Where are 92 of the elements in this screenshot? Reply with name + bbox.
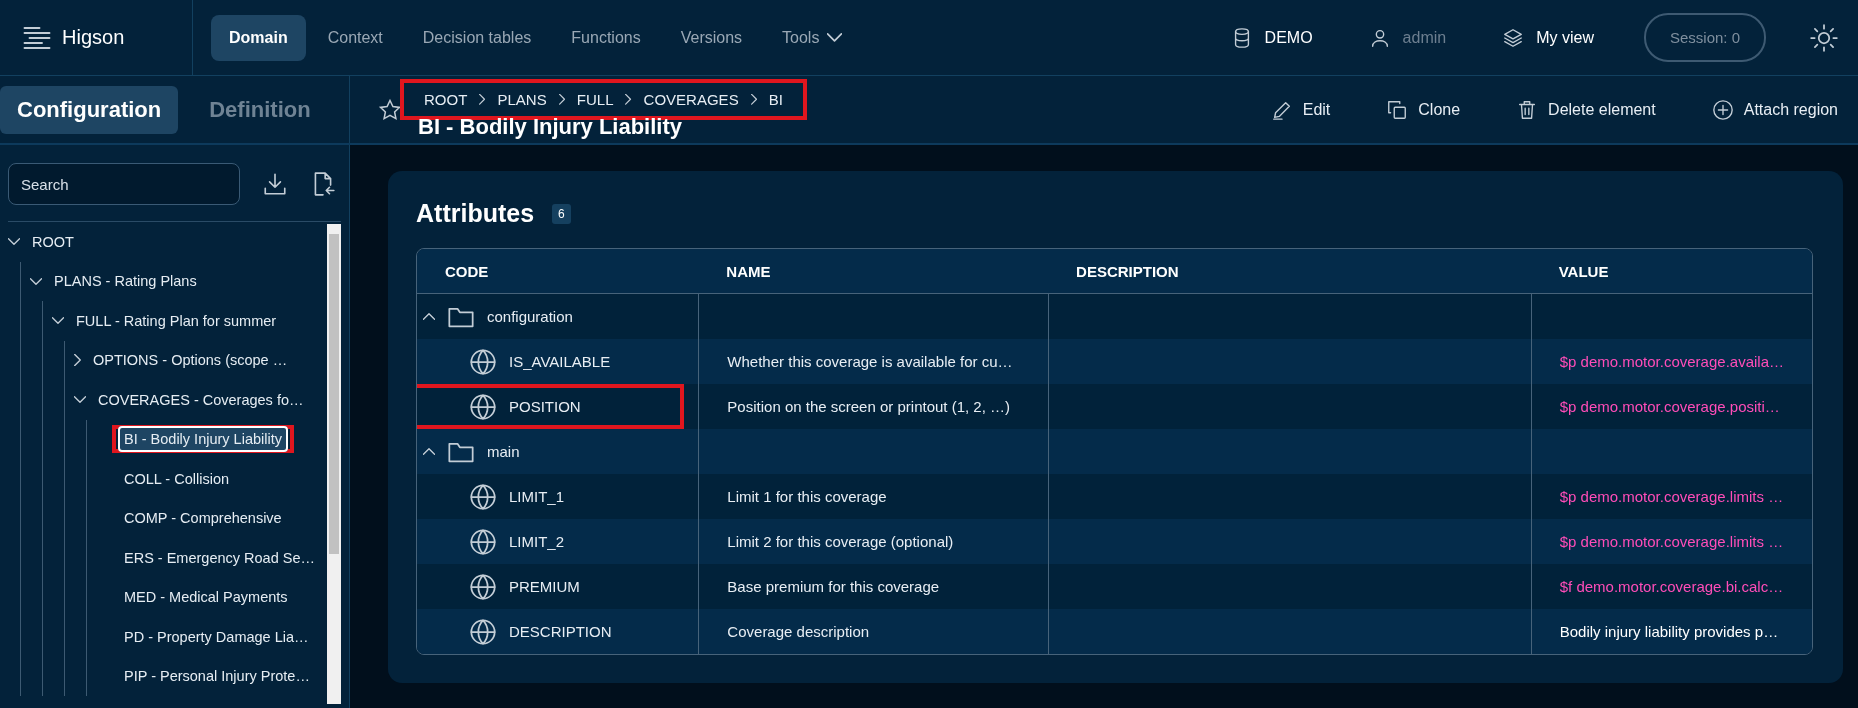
attribute-code: DESCRIPTION xyxy=(509,623,612,640)
toolbar-action[interactable]: Delete element xyxy=(1510,97,1662,122)
collapse-toggle[interactable] xyxy=(423,313,435,320)
attribute-name: Position on the screen or printout (1, 2, …) xyxy=(727,398,1010,415)
attribute-value: $p demo.motor.coverage.availa… xyxy=(1559,353,1784,370)
chevron-up-icon xyxy=(423,313,435,320)
tree-item[interactable]: OPTIONS - Options (scope … xyxy=(87,347,294,374)
toolbar-action[interactable]: Edit xyxy=(1264,97,1337,122)
group-name: configuration xyxy=(487,308,573,325)
scrollbar[interactable] xyxy=(327,224,341,704)
attribute-value: $p demo.motor.coverage.limits … xyxy=(1559,488,1784,505)
chevron-right-icon xyxy=(74,354,81,367)
attribute-value: $p demo.motor.coverage.limits … xyxy=(1559,533,1784,550)
expand-toggle[interactable] xyxy=(8,238,20,246)
sun-icon xyxy=(1810,23,1838,52)
header-menu-item[interactable]: My view xyxy=(1496,25,1600,50)
attribute-name: Coverage description xyxy=(727,623,870,640)
nav-tab[interactable]: Context xyxy=(309,14,401,61)
expand-toggle[interactable] xyxy=(30,277,42,285)
globe-icon xyxy=(469,572,497,601)
group-name: main xyxy=(487,443,520,460)
panel-tab[interactable]: Configuration xyxy=(0,85,179,134)
nav-tab[interactable]: Domain xyxy=(211,14,306,61)
tree-item[interactable]: COMP - Comprehensive xyxy=(118,505,288,532)
column-header[interactable]: DESCRIPTION xyxy=(1048,249,1531,294)
app-name: Higson xyxy=(62,26,125,49)
attribute-value: $f demo.motor.coverage.bi.calc… xyxy=(1559,578,1784,595)
count-badge: 6 xyxy=(552,203,571,224)
copy-icon xyxy=(1386,98,1409,121)
panel-tab[interactable]: Definition xyxy=(192,85,328,134)
tree-item[interactable]: MED - Medical Payments xyxy=(118,584,294,611)
chevron-up-icon xyxy=(423,448,435,455)
breadcrumb-link[interactable]: ROOT xyxy=(424,91,468,108)
plus-circle-icon xyxy=(1711,98,1734,121)
nav-tab[interactable]: Tools xyxy=(764,14,861,61)
chevron-right-icon xyxy=(750,94,757,105)
column-header[interactable]: NAME xyxy=(698,249,1049,294)
chevron-down-icon xyxy=(74,396,86,404)
attribute-code: LIMIT_1 xyxy=(509,488,565,505)
tree-item[interactable]: PD - Property Damage Lia… xyxy=(118,623,315,650)
tree-item[interactable]: COVERAGES - Coverages fo… xyxy=(92,386,310,413)
expand-toggle[interactable] xyxy=(74,396,86,404)
attribute-code: PREMIUM xyxy=(509,578,580,595)
attribute-name: Whether this coverage is available for cu… xyxy=(727,353,1013,370)
chevron-down-icon xyxy=(30,277,42,285)
tree-item[interactable]: PLANS - Rating Plans xyxy=(48,268,203,295)
page-title: BI - Bodily Injury Liability xyxy=(418,114,684,140)
breadcrumb-link[interactable]: COVERAGES xyxy=(643,91,739,108)
globe-icon xyxy=(469,617,497,646)
chevron-down-icon xyxy=(52,317,64,325)
expand-toggle[interactable] xyxy=(74,354,81,367)
tree-item[interactable]: ROOT xyxy=(26,228,80,255)
tree-item[interactable]: ERS - Emergency Road Se… xyxy=(118,544,321,571)
search-field[interactable]: Search xyxy=(8,163,240,205)
nav-tab[interactable]: Functions xyxy=(553,14,659,61)
column-header[interactable]: CODE xyxy=(417,249,699,294)
tree-item[interactable]: BI - Bodily Injury Liability xyxy=(118,426,288,453)
attribute-code: IS_AVAILABLE xyxy=(509,353,611,370)
attribute-name: Limit 1 for this coverage xyxy=(727,488,887,505)
collapse-toggle[interactable] xyxy=(423,448,435,455)
attribute-value: $p demo.motor.coverage.positi… xyxy=(1559,398,1780,415)
download-icon xyxy=(262,171,288,197)
section-title: Attributes xyxy=(416,199,535,228)
attribute-name: Limit 2 for this coverage (optional) xyxy=(727,533,954,550)
toolbar-action[interactable]: Clone xyxy=(1380,97,1467,122)
tree-item[interactable]: FULL - Rating Plan for summer xyxy=(70,307,283,334)
breadcrumb-link[interactable]: BI xyxy=(768,91,783,108)
globe-icon xyxy=(469,482,497,511)
globe-icon xyxy=(469,392,497,421)
column-header[interactable]: VALUE xyxy=(1530,249,1812,294)
chevron-right-icon xyxy=(558,94,565,105)
tree-item[interactable]: PIP - Personal Injury Prote… xyxy=(118,663,316,690)
header-menu-item[interactable]: DEMO xyxy=(1224,25,1319,50)
toolbar-action[interactable]: Attach region xyxy=(1705,97,1844,122)
layers-icon xyxy=(1502,26,1525,49)
attribute-value: Bodily injury liability provides p… xyxy=(1559,623,1779,640)
attribute-code: POSITION xyxy=(509,398,581,415)
breadcrumb-link[interactable]: FULL xyxy=(576,91,614,108)
tree-item[interactable]: COLL - Collision xyxy=(118,465,236,492)
nav-tab[interactable]: Decision tables xyxy=(404,14,550,61)
nav-tab[interactable]: Versions xyxy=(662,14,761,61)
chevron-down-icon xyxy=(8,238,20,246)
expand-toggle[interactable] xyxy=(52,317,64,325)
chevron-right-icon xyxy=(625,94,632,105)
attribute-name: Base premium for this coverage xyxy=(727,578,940,595)
session-button[interactable]: Session: 0 xyxy=(1643,13,1766,62)
globe-icon xyxy=(469,527,497,556)
breadcrumb-link[interactable]: PLANS xyxy=(497,91,547,108)
globe-icon xyxy=(469,347,497,376)
chevron-right-icon xyxy=(479,94,486,105)
star-icon[interactable] xyxy=(378,97,402,122)
attribute-code: LIMIT_2 xyxy=(509,533,565,550)
